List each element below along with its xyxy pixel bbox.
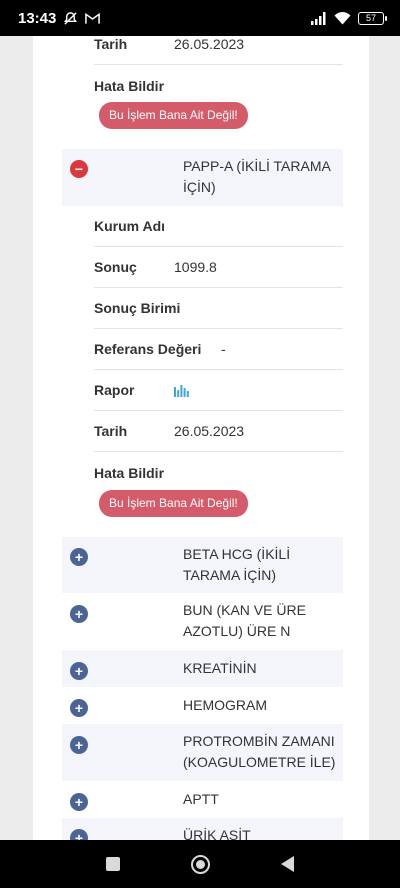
group-title: HEMOGRAM <box>183 697 267 713</box>
group-item[interactable]: + BETA HCG (İKİLİ TARAMA İÇİN) <box>62 537 343 593</box>
top-date-label: Tarih <box>94 36 128 52</box>
date-value: 26.05.2023 <box>174 423 245 439</box>
reference-label: Referans Değeri <box>94 341 202 357</box>
date-label: Tarih <box>94 423 128 439</box>
group-title-papp-a: PAPP-A (İKİLİ TARAMA İÇİN) <box>183 158 331 195</box>
group-item[interactable]: + PROTROMBİN ZAMANI (KOAGULOMETRE İLE) <box>62 724 343 781</box>
page[interactable]: Tarih 26.05.2023 Hata Bildir Bu İşlem Ba… <box>0 36 400 840</box>
top-date-value: 26.05.2023 <box>174 36 245 52</box>
gmail-icon <box>85 12 101 24</box>
report-row: Hata Bildir <box>94 452 343 493</box>
report-button[interactable]: Bu İşlem Bana Ait Değil! <box>99 490 248 517</box>
top-report-label: Hata Bildir <box>94 77 165 94</box>
collapse-icon[interactable]: − <box>70 160 88 178</box>
home-button[interactable] <box>190 854 210 874</box>
expand-icon[interactable]: + <box>70 829 88 840</box>
system-nav-bar <box>0 840 400 888</box>
status-time: 13:43 <box>18 9 57 27</box>
expand-icon[interactable]: + <box>70 699 88 717</box>
group-item[interactable]: + KREATİNİN <box>62 650 343 687</box>
battery-icon: 57 <box>358 11 387 25</box>
expand-icon[interactable]: + <box>70 736 88 754</box>
group-item[interactable]: + HEMOGRAM <box>62 687 343 724</box>
top-date-row: Tarih 26.05.2023 <box>94 36 343 65</box>
result-value: 1099.8 <box>174 259 217 275</box>
unit-row: Sonuç Birimi <box>94 288 343 329</box>
group-title: BUN (KAN VE ÜRE AZOTLU) ÜRE N <box>183 602 306 639</box>
expand-icon[interactable]: + <box>70 793 88 811</box>
group-item[interactable]: + BUN (KAN VE ÜRE AZOTLU) ÜRE N <box>62 593 343 650</box>
group-papp-a[interactable]: − PAPP-A (İKİLİ TARAMA İÇİN) <box>62 149 343 206</box>
group-item[interactable]: + APTT <box>62 781 343 818</box>
group-title: PROTROMBİN ZAMANI (KOAGULOMETRE İLE) <box>183 733 336 770</box>
institution-label: Kurum Adı <box>94 218 166 234</box>
back-button[interactable] <box>281 856 295 872</box>
signal-icon <box>311 11 326 25</box>
reference-value: - <box>221 341 226 357</box>
institution-row: Kurum Adı <box>94 206 343 247</box>
reference-row: Referans Değeri - <box>94 329 343 370</box>
battery-level: 57 <box>365 13 376 23</box>
group-title: APTT <box>183 791 219 807</box>
wifi-icon <box>334 11 351 24</box>
group-title: KREATİNİN <box>183 660 257 676</box>
unit-label: Sonuç Birimi <box>94 300 181 316</box>
report-file-label: Rapor <box>94 382 135 398</box>
top-report-button[interactable]: Bu İşlem Bana Ait Değil! <box>99 102 248 129</box>
report-file-row: Rapor <box>94 370 343 411</box>
bar-chart-icon[interactable] <box>174 383 189 397</box>
report-label: Hata Bildir <box>94 464 165 481</box>
top-report-row: Hata Bildir <box>94 65 343 106</box>
expand-icon[interactable]: + <box>70 548 88 566</box>
result-row: Sonuç 1099.8 <box>94 247 343 288</box>
status-bar: 13:43 57 <box>0 0 400 36</box>
date-row: Tarih 26.05.2023 <box>94 411 343 452</box>
group-title: BETA HCG (İKİLİ TARAMA İÇİN) <box>183 546 291 583</box>
mute-icon <box>64 11 78 25</box>
group-title: ÜRİK ASİT <box>183 827 251 840</box>
expand-icon[interactable]: + <box>70 605 88 623</box>
recents-button[interactable] <box>105 857 120 871</box>
group-item[interactable]: + ÜRİK ASİT <box>62 818 343 840</box>
expand-icon[interactable]: + <box>70 662 88 680</box>
result-label: Sonuç <box>94 259 137 275</box>
